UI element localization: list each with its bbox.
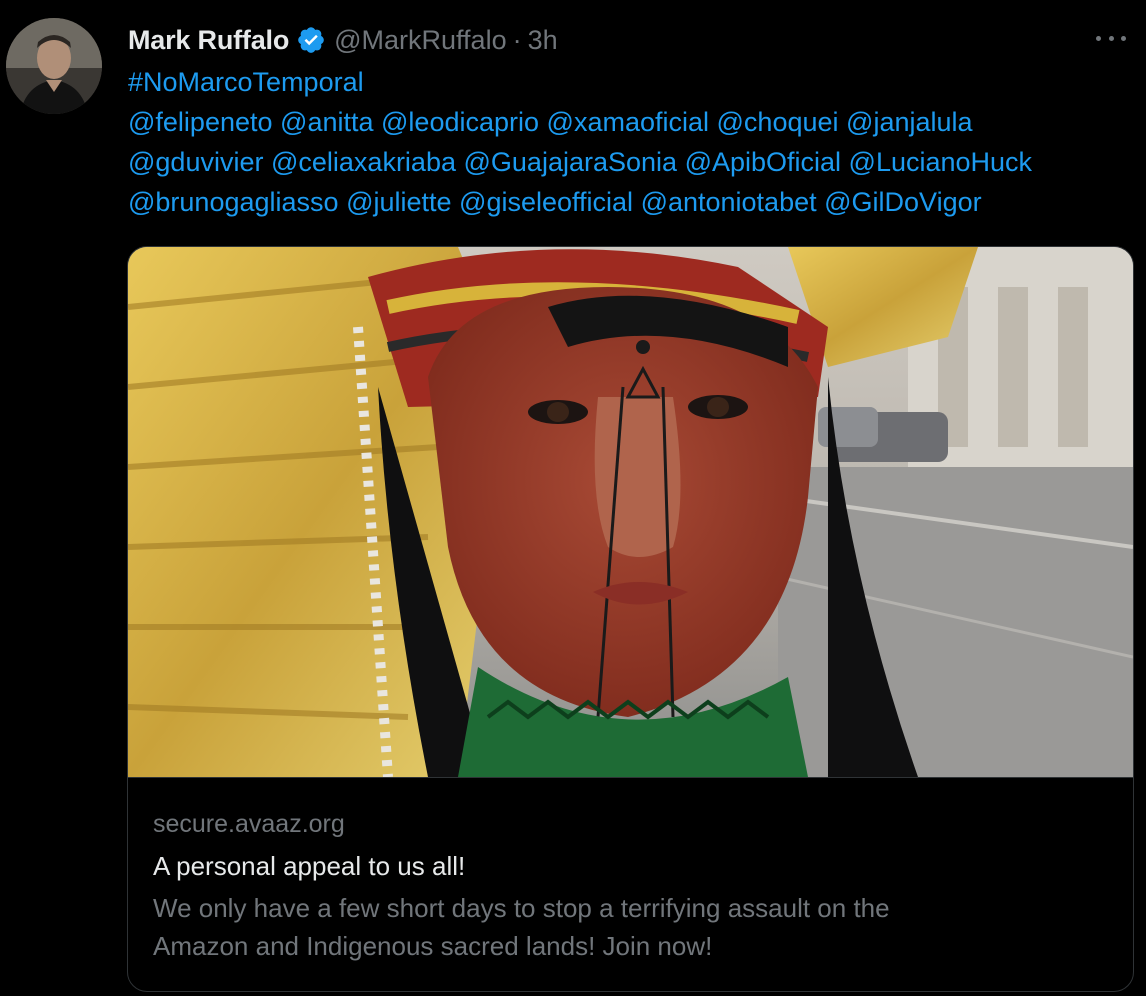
mention-link[interactable]: @GuajajaraSonia xyxy=(464,147,678,177)
card-domain: secure.avaaz.org xyxy=(153,810,345,838)
mention-link[interactable]: @GilDoVigor xyxy=(824,187,981,217)
avatar-photo xyxy=(6,18,102,114)
more-horizontal-icon[interactable] xyxy=(1096,26,1126,50)
mention-link[interactable]: @giseleofficial xyxy=(459,187,633,217)
verified-badge-icon[interactable] xyxy=(296,25,326,55)
card-photo xyxy=(128,247,1133,777)
text-line-hashtags: #NoMarcoTemporal xyxy=(128,62,1138,102)
mention-link[interactable]: @felipeneto xyxy=(128,107,273,137)
tweet-text: #NoMarcoTemporal @felipeneto @anitta @le… xyxy=(128,62,1138,222)
text-line-mentions-3: @brunogagliasso @juliette @giseleofficia… xyxy=(128,182,1138,222)
card-title: A personal appeal to us all! xyxy=(153,851,466,881)
mention-link[interactable]: @anitta xyxy=(280,107,373,137)
separator-dot: · xyxy=(512,24,522,55)
link-card[interactable]: secure.avaaz.org A personal appeal to us… xyxy=(127,246,1134,992)
timestamp[interactable]: 3h xyxy=(528,25,558,56)
mention-link[interactable]: @gduvivier xyxy=(128,147,263,177)
handle[interactable]: @MarkRuffalo xyxy=(334,25,506,56)
mention-link[interactable]: @LucianoHuck xyxy=(849,147,1033,177)
mention-link[interactable]: @celiaxakriaba xyxy=(271,147,456,177)
mention-link[interactable]: @juliette xyxy=(346,187,451,217)
text-line-mentions-1: @felipeneto @anitta @leodicaprio @xamaof… xyxy=(128,102,1138,142)
mention-link[interactable]: @choquei xyxy=(717,107,839,137)
tweet[interactable]: Mark Ruffalo @MarkRuffalo · 3h #NoMarcoT… xyxy=(0,0,1146,996)
mention-link[interactable]: @brunogagliasso xyxy=(128,187,339,217)
card-body: secure.avaaz.org A personal appeal to us… xyxy=(153,807,1113,965)
mention-link[interactable]: @xamaoficial xyxy=(547,107,709,137)
more-dot xyxy=(1108,35,1114,41)
more-dot xyxy=(1121,35,1126,41)
mention-link[interactable]: @janjalula xyxy=(846,107,972,137)
avatar[interactable] xyxy=(6,18,102,114)
text-line-mentions-2: @gduvivier @celiaxakriaba @GuajajaraSoni… xyxy=(128,142,1138,182)
mention-link[interactable]: @leodicaprio xyxy=(381,107,539,137)
card-description: We only have a few short days to stop a … xyxy=(153,889,1113,965)
card-image[interactable] xyxy=(128,247,1133,778)
card-description-line: We only have a few short days to stop a … xyxy=(153,893,890,923)
mention-link[interactable]: @ApibOficial xyxy=(685,147,841,177)
tweet-header: Mark Ruffalo @MarkRuffalo · 3h xyxy=(128,20,558,60)
hashtag-link[interactable]: #NoMarcoTemporal xyxy=(128,67,364,97)
display-name[interactable]: Mark Ruffalo xyxy=(128,25,289,56)
mention-link[interactable]: @antoniotabet xyxy=(641,187,817,217)
card-description-line: Amazon and Indigenous sacred lands! Join… xyxy=(153,931,713,961)
more-dot xyxy=(1096,35,1101,41)
